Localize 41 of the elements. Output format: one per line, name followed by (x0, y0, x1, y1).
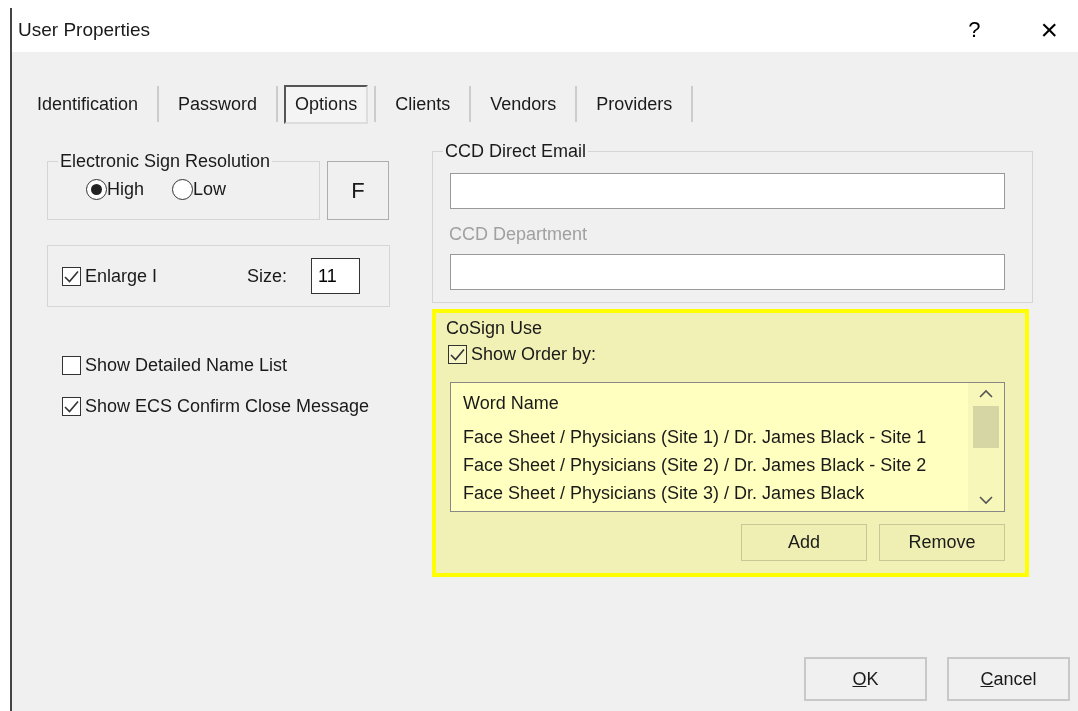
radio-label: High (107, 178, 145, 201)
size-field[interactable]: 11 (311, 258, 361, 294)
group-title: CoSign Use (445, 318, 544, 338)
checkbox-label: Enlarge I (85, 264, 158, 288)
department-field[interactable] (450, 254, 1005, 290)
radio-button[interactable] (86, 179, 107, 200)
list-row[interactable]: Face Sheet / Physicians (Site 2) / Dr. James Black - Site 2 (463, 451, 956, 479)
tab[interactable]: Providers (587, 86, 682, 122)
list-row[interactable]: Face Sheet / Physicians (Site 3) / Dr. James Black (463, 479, 956, 507)
checkbox[interactable] (62, 266, 81, 286)
button[interactable]: Add (741, 524, 867, 561)
checkbox-label: Show Order by: (471, 343, 597, 366)
checkbox[interactable] (62, 397, 81, 416)
tab[interactable]: Identification (28, 86, 148, 122)
scroll-down-icon[interactable] (979, 496, 993, 505)
checkbox[interactable] (62, 356, 81, 375)
email-field[interactable] (450, 173, 1005, 209)
font-button[interactable]: F (327, 161, 389, 220)
size-label: Size: (247, 264, 288, 288)
close-button[interactable]: × (1040, 15, 1058, 45)
window-title: User Properties (18, 17, 150, 42)
help-button[interactable]: ? (968, 19, 981, 41)
tab[interactable]: Options (284, 84, 369, 124)
tab[interactable]: Clients (386, 86, 460, 122)
button[interactable]: Remove (879, 524, 1005, 561)
tab[interactable]: Password (169, 86, 267, 122)
tab[interactable]: Vendors (481, 86, 566, 122)
radio-label: Low (193, 178, 227, 201)
scroll-up-icon[interactable] (979, 389, 993, 398)
column-header[interactable]: Word Name (463, 389, 956, 417)
field-label: CCD Department (449, 223, 588, 246)
dialog-button[interactable]: Cancel (947, 657, 1070, 701)
list-row[interactable]: Face Sheet / Physicians (Site 1) / Dr. James Black - Site 1 (463, 423, 956, 451)
dialog-button[interactable]: OK (804, 657, 927, 701)
checkbox-label: Show ECS Confirm Close Message (85, 395, 370, 418)
scroll-thumb[interactable] (973, 406, 999, 448)
checkbox[interactable] (448, 345, 467, 364)
radio-button[interactable] (172, 179, 194, 200)
scrollbar[interactable] (968, 383, 1004, 511)
checkbox-label: Show Detailed Name List (85, 354, 288, 377)
group-title: Electronic Sign Resolution (58, 151, 273, 171)
